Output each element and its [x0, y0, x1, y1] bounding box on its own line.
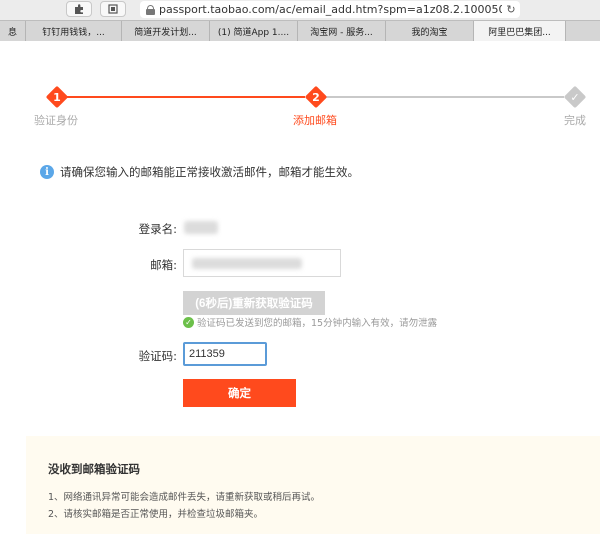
progress-steps: 1 2 ✓ 验证身份 添加邮箱 完成: [0, 41, 600, 131]
step-connector-pending: [326, 96, 564, 98]
lock-icon: [146, 4, 155, 15]
puzzle-icon: [75, 3, 83, 14]
notice-text: 请确保您输入的邮箱能正常接收激活邮件，邮箱才能生效。: [60, 165, 359, 179]
step-2-label: 添加邮箱: [293, 114, 337, 127]
help-line-2: 2、请核实邮箱是否正常使用，并检查垃圾邮箱夹。: [48, 509, 264, 520]
step-connector-done: [67, 96, 305, 98]
help-panel: 没收到邮箱验证码 1、网络通讯异常可能会造成邮件丢失，请重新获取或稍后再试。 2…: [26, 436, 600, 534]
tab-4[interactable]: 淘宝网 - 服务...: [298, 21, 386, 41]
resend-code-button[interactable]: (6秒后)重新获取验证码: [183, 291, 325, 315]
url-text: passport.taobao.com/ac/email_add.htm?spm…: [159, 3, 502, 16]
page-content: 1 2 ✓ 验证身份 添加邮箱 完成 i 请确保您输入的邮箱能正常接收激活邮件，…: [0, 41, 600, 534]
browser-toolbar: passport.taobao.com/ac/email_add.htm?spm…: [0, 0, 600, 20]
sidebar-button[interactable]: [100, 1, 126, 17]
code-sent-message: ✓ 验证码已发送到您的邮箱，15分钟内输入有效，请勿泄露: [183, 315, 437, 329]
help-line-1: 1、网络通讯异常可能会造成邮件丢失，请重新获取或稍后再试。: [48, 492, 321, 503]
email-field[interactable]: [183, 249, 341, 277]
email-label: 邮箱:: [150, 258, 177, 272]
verification-code-label: 验证码:: [138, 349, 177, 363]
login-name-label: 登录名:: [138, 222, 177, 236]
sidebar-icon: [108, 4, 118, 14]
code-sent-text: 验证码已发送到您的邮箱，15分钟内输入有效，请勿泄露: [197, 318, 438, 329]
tab-bar: 息 钉钉用钱钱，... 简道开发计划... (1) 简道App 1.... 淘宝…: [0, 20, 600, 41]
reload-icon[interactable]: ↻: [502, 3, 520, 16]
step-3-marker: ✓: [563, 85, 587, 109]
check-circle-icon: ✓: [183, 316, 194, 328]
tab-3[interactable]: (1) 简道App 1....: [210, 21, 298, 41]
tab-5[interactable]: 我的淘宝: [386, 21, 474, 41]
extension-button[interactable]: [66, 1, 92, 17]
tab-6-active[interactable]: 阿里巴巴集团...: [474, 21, 566, 41]
tab-7[interactable]: [566, 21, 600, 41]
step-1-marker: 1: [45, 85, 69, 109]
email-value-redacted: [192, 258, 302, 269]
info-icon: i: [40, 165, 54, 179]
login-name-value-redacted: [184, 221, 218, 234]
help-title: 没收到邮箱验证码: [48, 462, 140, 476]
tab-1[interactable]: 钉钉用钱钱，...: [26, 21, 122, 41]
step-3-label: 完成: [564, 114, 586, 127]
confirm-button[interactable]: 确定: [183, 379, 296, 407]
step-2-marker: 2: [304, 85, 328, 109]
tab-2[interactable]: 简道开发计划...: [122, 21, 210, 41]
info-notice: i 请确保您输入的邮箱能正常接收激活邮件，邮箱才能生效。: [40, 164, 359, 180]
step-1-label: 验证身份: [34, 114, 78, 127]
address-bar[interactable]: passport.taobao.com/ac/email_add.htm?spm…: [140, 1, 520, 18]
tab-0[interactable]: 息: [0, 21, 26, 41]
checkmark-icon: ✓: [570, 90, 580, 104]
verification-code-input[interactable]: [183, 342, 267, 366]
